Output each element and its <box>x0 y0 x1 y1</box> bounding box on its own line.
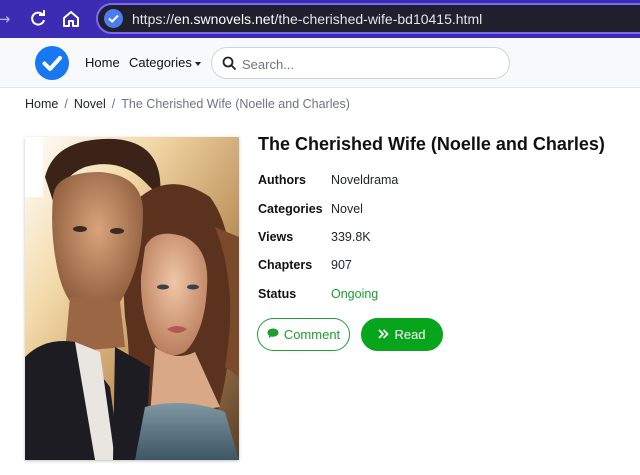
search-icon <box>222 56 236 70</box>
views-value: 339.8K <box>331 230 371 244</box>
search-input[interactable] <box>242 54 497 74</box>
book-title: The Cherished Wife (Noelle and Charles) <box>258 134 605 154</box>
breadcrumb-home[interactable]: Home <box>25 97 58 111</box>
breadcrumb: Home / Novel / The Cherished Wife (Noelle an… <box>25 97 350 111</box>
site-security-icon[interactable] <box>104 9 123 28</box>
book-cover-image <box>25 137 239 460</box>
detail-label: Status <box>258 287 297 301</box>
status-value: Ongoing <box>331 287 379 301</box>
url-path: /the-cherished-wife-bd10415.html <box>274 11 483 27</box>
read-button[interactable]: Read <box>361 318 443 351</box>
address-bar[interactable]: https://en.swnovels.net/the-cherished-wi… <box>96 3 640 34</box>
comment-icon <box>267 328 279 341</box>
site-header: Home Categories <box>0 38 640 88</box>
browser-toolbar: → https://en.swnovels.net/the-cherished-… <box>0 0 640 38</box>
url-host: en.swnovels.net <box>174 11 275 27</box>
comment-label: Comment <box>283 327 341 342</box>
nav-categories-label: Categories <box>129 55 192 70</box>
search-box[interactable] <box>211 47 510 79</box>
site-logo[interactable] <box>35 46 69 80</box>
check-logo-icon <box>42 56 62 71</box>
home-icon[interactable] <box>59 7 83 31</box>
breadcrumb-current: The Cherished Wife (Noelle and Charles) <box>121 97 350 111</box>
nav-home-link[interactable]: Home <box>85 55 120 70</box>
category-value[interactable]: Novel <box>331 202 363 216</box>
breadcrumb-novel[interactable]: Novel <box>74 97 106 111</box>
author-value[interactable]: Noveldrama <box>331 173 398 187</box>
forward-arrow-icon[interactable]: → <box>0 7 16 31</box>
detail-label: Authors <box>258 173 306 187</box>
detail-label: Categories <box>258 202 323 216</box>
detail-label: Chapters <box>258 258 313 272</box>
chapters-value: 907 <box>331 258 352 272</box>
url-scheme: https:// <box>132 11 175 27</box>
detail-label: Views <box>258 230 294 244</box>
read-label: Read <box>394 327 426 342</box>
breadcrumb-separator: / <box>64 97 68 111</box>
breadcrumb-separator: / <box>111 97 116 111</box>
caret-down-icon <box>194 61 201 66</box>
double-chevron-right-icon <box>378 328 390 341</box>
reload-icon[interactable] <box>26 7 50 31</box>
url-text[interactable]: https://en.swnovels.net/the-cherished-wi… <box>132 11 482 27</box>
nav-categories-dropdown[interactable]: Categories <box>129 55 201 70</box>
comment-button[interactable]: Comment <box>257 318 350 351</box>
